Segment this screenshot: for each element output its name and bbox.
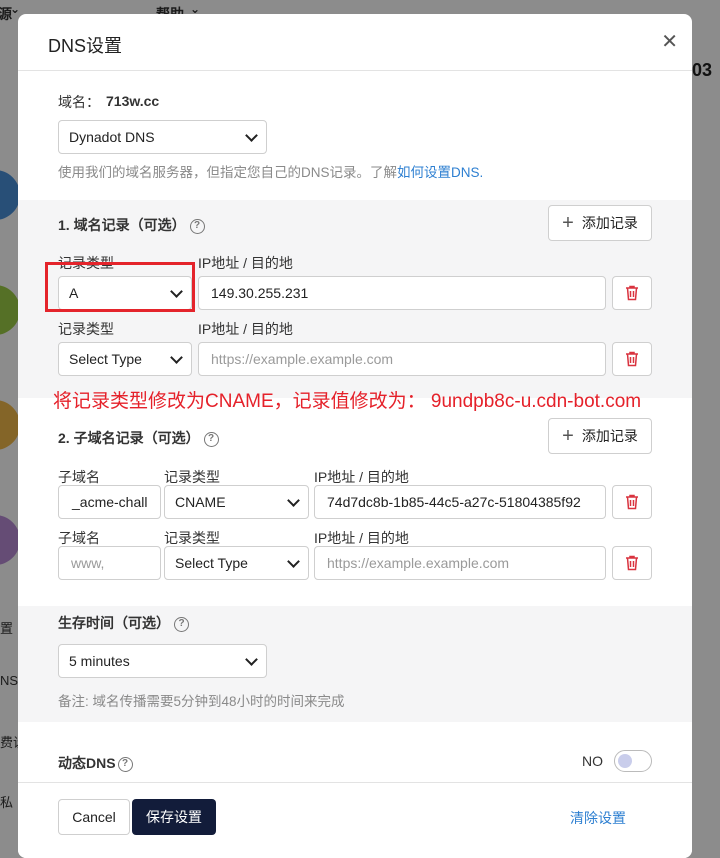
chevron-down-icon: [245, 128, 258, 142]
chevron-down-icon: [287, 554, 300, 568]
save-settings-button[interactable]: 保存设置: [132, 799, 216, 835]
ip-destination-header: IP地址 / 目的地: [198, 255, 293, 271]
dns-provider-value: Dynadot DNS: [69, 129, 155, 145]
record-value-input[interactable]: https://example.example.com: [314, 546, 606, 580]
delete-record-button[interactable]: [612, 342, 652, 376]
dynamic-dns-state: NO: [582, 753, 603, 769]
add-record-label: 添加记录: [581, 428, 638, 444]
domain-label: 域名：: [58, 94, 100, 110]
dns-description-text: 使用我们的域名服务器，但指定您自己的DNS记录。了解: [58, 165, 398, 180]
ttl-value: 5 minutes: [69, 653, 130, 669]
help-icon[interactable]: ?: [174, 616, 189, 632]
record-type-select[interactable]: CNAME: [164, 485, 309, 519]
ip-destination-header: IP地址 / 目的地: [314, 530, 409, 546]
help-icon[interactable]: ?: [203, 431, 219, 447]
add-domain-record-button[interactable]: + 添加记录: [548, 205, 652, 241]
plus-icon: +: [562, 425, 574, 447]
chevron-down-icon: [245, 652, 258, 666]
add-record-label: 添加记录: [581, 215, 638, 231]
domain-records-title: 1. 域名记录（可选）: [58, 217, 186, 233]
record-value-input[interactable]: 149.30.255.231: [198, 276, 606, 310]
ttl-heading: 生存时间（可选）?: [58, 613, 189, 633]
record-type-value: Select Type: [69, 351, 142, 367]
toggle-knob: [618, 754, 632, 768]
dynamic-dns-label: 动态DNS: [58, 755, 116, 771]
how-to-setup-dns-link[interactable]: 如何设置DNS: [397, 165, 480, 180]
subdomain-header: 子域名: [58, 530, 100, 546]
add-subdomain-record-button[interactable]: + 添加记录: [548, 418, 652, 454]
record-type-header: 记录类型: [164, 530, 220, 546]
highlight-box: [45, 262, 195, 312]
dns-settings-dialog: DNS设置 ✕ 域名： 713w.cc Dynadot DNS 使用我们的域名服…: [18, 14, 692, 858]
domain-records-heading: 1. 域名记录（可选）?: [58, 215, 205, 235]
subdomain-records-heading: 2. 子域名记录（可选）?: [58, 428, 219, 448]
ttl-note: 备注: 域名传播需要5分钟到48小时的时间来完成: [58, 694, 345, 709]
help-icon[interactable]: ?: [189, 218, 205, 234]
dialog-title: DNS设置: [48, 36, 123, 56]
trash-icon: [626, 494, 638, 510]
record-type-header: 记录类型: [164, 469, 220, 485]
record-type-value: Select Type: [175, 555, 248, 571]
dialog-header: DNS设置 ✕: [18, 14, 692, 71]
domain-value: 713w.cc: [106, 93, 160, 109]
record-type-value: CNAME: [175, 494, 226, 510]
subdomain-header: 子域名: [58, 469, 100, 485]
ip-destination-header: IP地址 / 目的地: [314, 469, 409, 485]
delete-record-button[interactable]: [612, 276, 652, 310]
dns-provider-select[interactable]: Dynadot DNS: [58, 120, 267, 154]
chevron-down-icon: [287, 493, 300, 507]
ttl-title: 生存时间（可选）: [58, 615, 170, 631]
dns-description-period: .: [479, 165, 484, 180]
dynamic-dns-heading: 动态DNS?: [58, 753, 133, 773]
record-type-select[interactable]: Select Type: [164, 546, 309, 580]
delete-record-button[interactable]: [612, 485, 652, 519]
ip-destination-header: IP地址 / 目的地: [198, 321, 293, 337]
close-icon[interactable]: ✕: [661, 32, 678, 52]
trash-icon: [626, 285, 638, 301]
instruction-annotation: 将记录类型修改为CNAME，记录值修改为： 9undpb8c-u.cdn-bot…: [53, 391, 642, 412]
trash-icon: [626, 555, 638, 571]
plus-icon: +: [562, 212, 574, 234]
cancel-button[interactable]: Cancel: [58, 799, 130, 835]
delete-record-button[interactable]: [612, 546, 652, 580]
help-icon[interactable]: ?: [117, 756, 133, 772]
ttl-select[interactable]: 5 minutes: [58, 644, 267, 678]
subdomain-records-title: 2. 子域名记录（可选）: [58, 430, 200, 446]
dynamic-dns-toggle[interactable]: [614, 750, 652, 772]
subdomain-input[interactable]: www,: [58, 546, 161, 580]
chevron-down-icon: [170, 350, 183, 364]
record-value-input[interactable]: https://example.example.com: [198, 342, 606, 376]
subdomain-input[interactable]: _acme-chall: [58, 485, 161, 519]
dns-description: 使用我们的域名服务器，但指定您自己的DNS记录。了解如何设置DNS.: [58, 161, 483, 181]
trash-icon: [626, 351, 638, 367]
clear-settings-button[interactable]: 清除设置: [570, 808, 626, 828]
record-type-select[interactable]: Select Type: [58, 342, 192, 376]
record-type-header: 记录类型: [58, 321, 114, 337]
record-value-input[interactable]: 74d7dc8b-1b85-44c5-a27c-51804385f92: [314, 485, 606, 519]
dialog-footer: Cancel 保存设置 清除设置: [18, 782, 692, 858]
